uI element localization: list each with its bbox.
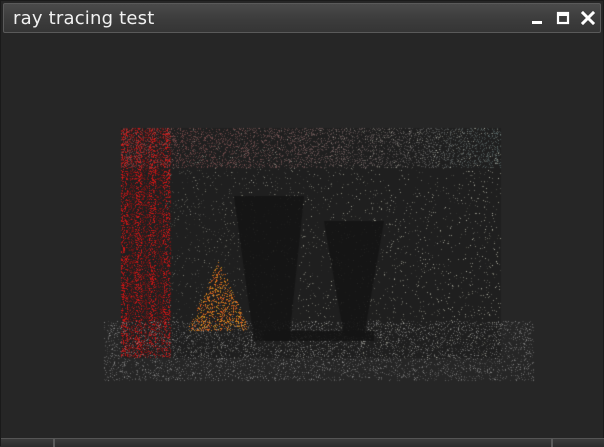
render-viewport[interactable] (4, 36, 601, 438)
raytrace-render-image (4, 36, 601, 438)
maximize-button[interactable] (556, 11, 570, 25)
close-icon (581, 11, 595, 25)
minimize-button[interactable] (530, 11, 544, 25)
window-title: ray tracing test (13, 8, 155, 29)
app-window: ray tracing test (0, 0, 604, 447)
close-button[interactable] (581, 11, 595, 25)
maximize-icon (556, 11, 570, 25)
minimize-icon (532, 21, 542, 24)
title-bar[interactable]: ray tracing test (3, 3, 601, 33)
